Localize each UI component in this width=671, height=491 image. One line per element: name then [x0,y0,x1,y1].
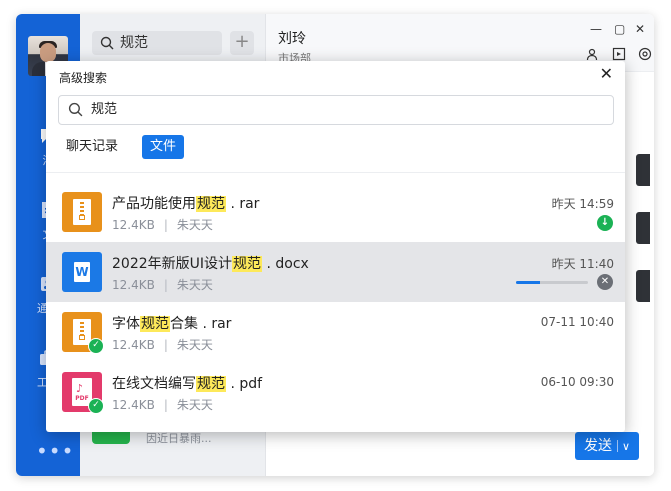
send-label: 发送 [584,438,612,454]
file-time: 07-11 10:40 [540,315,614,329]
download-progress-fill [516,281,540,284]
message-bubble-edge [636,154,650,186]
more-icon[interactable]: ••• [36,441,74,461]
file-meta: 12.4KB | 朱天天 [112,398,213,412]
cancel-download-icon[interactable]: ✕ [597,274,613,290]
add-member-icon[interactable] [586,47,600,61]
file-meta: 12.4KB | 朱天天 [112,338,213,352]
file-owner: 朱天天 [176,278,213,292]
file-size: 12.4KB [112,398,155,412]
tab-files[interactable]: 文件 [142,135,185,159]
downloaded-check-icon: ✓ [88,398,104,414]
file-owner: 朱天天 [176,398,213,412]
file-name: 字体规范合集 . rar [112,316,232,332]
divider [46,172,625,173]
search-highlight: 规范 [196,196,226,212]
file-size: 12.4KB [112,338,155,352]
chevron-down-icon[interactable]: ∨ [622,433,630,461]
file-name: 在线文档编写规范 . pdf [112,376,263,392]
file-owner: 朱天天 [176,338,213,352]
file-meta: 12.4KB | 朱天天 [112,278,213,292]
advanced-search-dialog: 高级搜索 ✕ 规范 聊天记录 文件 产品功能使用规范 . rar 12.4KB |… [46,61,625,432]
settings-icon[interactable] [638,47,652,61]
list-search-input[interactable]: 规范 [92,31,222,55]
download-progress-bar [516,281,588,284]
file-size: 12.4KB [112,218,155,232]
minimize-icon[interactable]: — [590,22,602,36]
file-name: 2022年新版UI设计规范 . docx [112,256,309,272]
search-highlight: 规范 [140,316,170,332]
downloaded-check-icon: ✓ [88,338,104,354]
list-search-value: 规范 [120,35,148,51]
file-row[interactable]: ✓ 字体规范合集 . rar 12.4KB | 朱天天 07-11 10:40 [46,302,625,362]
file-time: 昨天 11:40 [551,257,614,271]
search-icon [68,102,83,117]
file-time: 昨天 14:59 [551,197,614,211]
zip-file-icon [62,192,102,232]
close-icon[interactable]: ✕ [635,22,645,36]
search-input[interactable]: 规范 [58,95,614,125]
file-row[interactable]: W 2022年新版UI设计规范 . docx 12.4KB | 朱天天 昨天 11:… [46,242,625,302]
file-meta: 12.4KB | 朱天天 [112,218,213,232]
search-value: 规范 [91,102,118,117]
add-button[interactable]: + [230,31,254,55]
search-icon [100,36,114,50]
message-bubble-edge [636,212,650,244]
file-time: 06-10 09:30 [540,375,614,389]
contact-name: 刘玲 [278,31,306,47]
download-icon[interactable]: ↓ [597,215,613,231]
file-row[interactable]: 产品功能使用规范 . rar 12.4KB | 朱天天 昨天 14:59 ↓ [46,182,625,242]
close-icon[interactable]: ✕ [600,64,613,83]
maximize-icon[interactable]: ▢ [614,22,625,36]
list-item-preview: 因近日暴雨... [146,432,212,445]
search-highlight: 规范 [232,256,263,272]
dialog-title: 高级搜索 [59,71,108,85]
screen-share-icon[interactable] [612,47,626,61]
send-button[interactable]: 发送 ∨ [575,432,639,460]
file-row[interactable]: ♪ PDF ✓ 在线文档编写规范 . pdf 12.4KB | 朱天天 06-10 0… [46,362,625,422]
file-name: 产品功能使用规范 . rar [112,196,260,212]
word-file-icon: W [62,252,102,292]
search-highlight: 规范 [196,376,226,392]
screen: 消 文 通讯 工作 ••• [0,0,671,491]
file-size: 12.4KB [112,278,155,292]
message-bubble-edge [636,270,650,302]
file-owner: 朱天天 [176,218,213,232]
tab-chat-history[interactable]: 聊天记录 [58,135,126,159]
